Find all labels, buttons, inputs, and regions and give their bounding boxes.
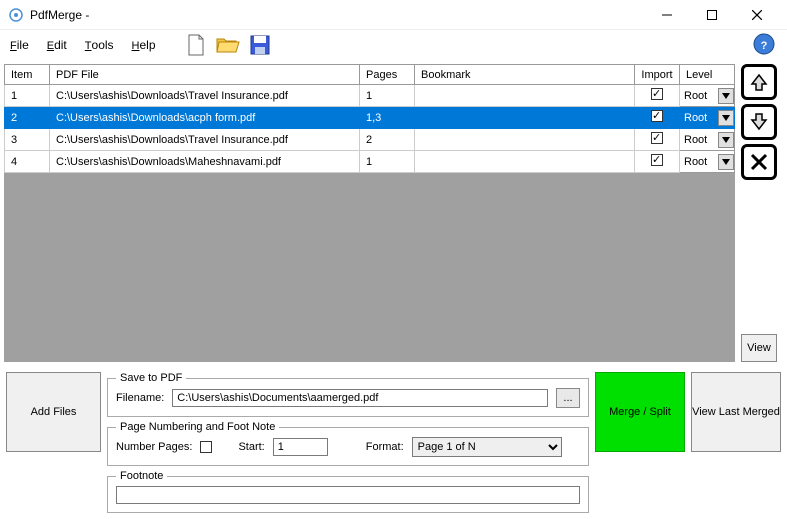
cell-pages[interactable]: 1,3: [360, 107, 415, 129]
cell-import[interactable]: [635, 129, 680, 151]
browse-button[interactable]: ...: [556, 388, 580, 408]
format-label: Format:: [366, 441, 404, 453]
page-numbering-legend: Page Numbering and Foot Note: [116, 421, 279, 433]
menu-tools[interactable]: Tools: [85, 38, 114, 52]
header-import[interactable]: Import: [635, 65, 680, 85]
table-row[interactable]: 4C:\Users\ashis\Downloads\Maheshnavami.p…: [5, 151, 735, 173]
view-last-merged-button[interactable]: View Last Merged: [691, 372, 781, 452]
cell-item[interactable]: 4: [5, 151, 50, 173]
window-title: PdfMerge -: [30, 8, 89, 22]
file-table: Item PDF File Pages Bookmark Import Leve…: [4, 64, 735, 173]
cell-item[interactable]: 1: [5, 85, 50, 107]
cell-pages[interactable]: 1: [360, 85, 415, 107]
filename-input[interactable]: [172, 389, 548, 407]
cell-bookmark[interactable]: [415, 107, 635, 129]
cell-item[interactable]: 2: [5, 107, 50, 129]
footnote-input[interactable]: [116, 486, 580, 504]
import-checkbox[interactable]: [651, 132, 663, 144]
import-checkbox[interactable]: [651, 154, 663, 166]
open-folder-icon[interactable]: [216, 33, 240, 57]
cell-bookmark[interactable]: [415, 85, 635, 107]
table-row[interactable]: 2C:\Users\ashis\Downloads\acph form.pdf1…: [5, 107, 735, 129]
cell-import[interactable]: [635, 107, 680, 129]
header-pdf-file[interactable]: PDF File: [50, 65, 360, 85]
header-bookmark[interactable]: Bookmark: [415, 65, 635, 85]
merge-split-button[interactable]: Merge / Split: [595, 372, 685, 452]
titlebar: PdfMerge -: [0, 0, 787, 30]
toolbar: [184, 33, 272, 57]
cell-level[interactable]: Root: [680, 85, 735, 107]
side-button-column: View: [741, 64, 781, 362]
number-pages-label: Number Pages:: [116, 441, 192, 453]
menubar: File Edit Tools Help ?: [0, 30, 787, 60]
move-up-button[interactable]: [741, 64, 777, 100]
format-select[interactable]: Page 1 of N: [412, 437, 562, 457]
cell-file[interactable]: C:\Users\ashis\Downloads\Travel Insuranc…: [50, 129, 360, 151]
menu-file[interactable]: File: [10, 38, 29, 52]
cell-import[interactable]: [635, 85, 680, 107]
minimize-button[interactable]: [644, 1, 689, 29]
bottom-panel: Add Files Save to PDF Filename: ... Page…: [0, 366, 787, 519]
cell-bookmark[interactable]: [415, 129, 635, 151]
header-item[interactable]: Item: [5, 65, 50, 85]
header-pages[interactable]: Pages: [360, 65, 415, 85]
add-files-button[interactable]: Add Files: [6, 372, 101, 452]
cell-bookmark[interactable]: [415, 151, 635, 173]
file-table-container: Item PDF File Pages Bookmark Import Leve…: [4, 64, 735, 362]
cell-item[interactable]: 3: [5, 129, 50, 151]
level-dropdown-arrow[interactable]: [718, 88, 734, 104]
delete-button[interactable]: [741, 144, 777, 180]
menu-help[interactable]: Help: [132, 38, 156, 52]
cell-level[interactable]: Root: [680, 151, 735, 173]
number-pages-checkbox[interactable]: [200, 441, 212, 453]
options-column: Save to PDF Filename: ... Page Numbering…: [107, 372, 589, 513]
main-area: Item PDF File Pages Bookmark Import Leve…: [0, 60, 787, 366]
help-icon[interactable]: ?: [753, 33, 777, 57]
new-file-icon[interactable]: [184, 33, 208, 57]
cell-level[interactable]: Root: [680, 107, 735, 129]
cell-level[interactable]: Root: [680, 129, 735, 151]
menu-edit[interactable]: Edit: [47, 38, 67, 52]
cell-file[interactable]: C:\Users\ashis\Downloads\acph form.pdf: [50, 107, 360, 129]
start-input[interactable]: [273, 438, 328, 456]
save-to-pdf-group: Save to PDF Filename: ...: [107, 372, 589, 417]
move-down-button[interactable]: [741, 104, 777, 140]
table-header-row: Item PDF File Pages Bookmark Import Leve…: [5, 65, 735, 85]
table-row[interactable]: 3C:\Users\ashis\Downloads\Travel Insuran…: [5, 129, 735, 151]
start-label: Start:: [238, 441, 264, 453]
cell-import[interactable]: [635, 151, 680, 173]
footnote-group: Footnote: [107, 470, 589, 513]
view-button[interactable]: View: [741, 334, 777, 362]
filename-label: Filename:: [116, 392, 164, 404]
header-level[interactable]: Level: [680, 65, 735, 85]
cell-file[interactable]: C:\Users\ashis\Downloads\Maheshnavami.pd…: [50, 151, 360, 173]
cell-file[interactable]: C:\Users\ashis\Downloads\Travel Insuranc…: [50, 85, 360, 107]
import-checkbox[interactable]: [651, 110, 663, 122]
window-controls: [644, 1, 779, 29]
import-checkbox[interactable]: [651, 88, 663, 100]
footnote-legend: Footnote: [116, 470, 167, 482]
page-numbering-group: Page Numbering and Foot Note Number Page…: [107, 421, 589, 466]
close-button[interactable]: [734, 1, 779, 29]
table-row[interactable]: 1C:\Users\ashis\Downloads\Travel Insuran…: [5, 85, 735, 107]
svg-text:?: ?: [761, 40, 768, 52]
level-dropdown-arrow[interactable]: [718, 110, 734, 126]
maximize-button[interactable]: [689, 1, 734, 29]
save-icon[interactable]: [248, 33, 272, 57]
app-icon: [8, 7, 24, 23]
cell-pages[interactable]: 2: [360, 129, 415, 151]
level-dropdown-arrow[interactable]: [718, 132, 734, 148]
level-dropdown-arrow[interactable]: [718, 154, 734, 170]
cell-pages[interactable]: 1: [360, 151, 415, 173]
save-to-pdf-legend: Save to PDF: [116, 372, 186, 384]
